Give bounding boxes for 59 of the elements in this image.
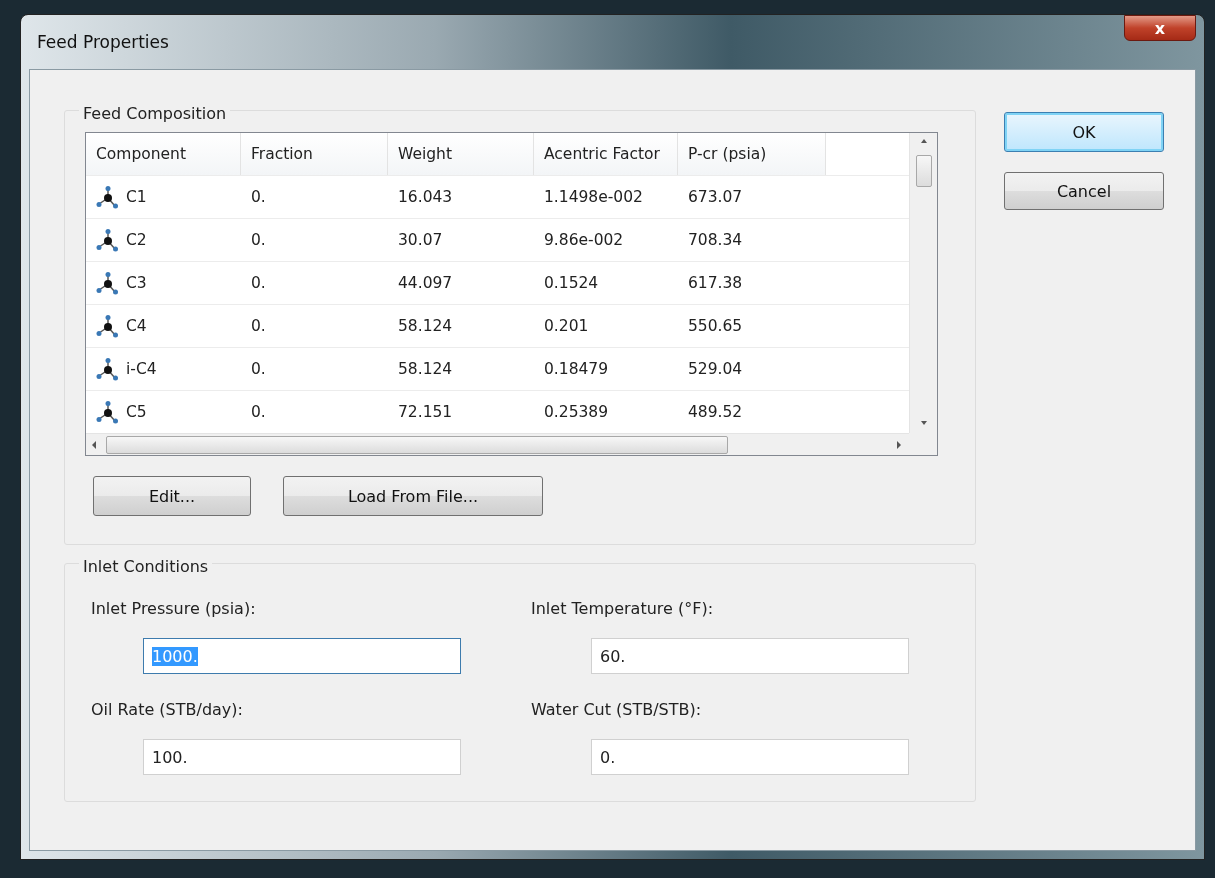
column-header[interactable]: Weight [388, 133, 534, 175]
input-field[interactable]: 100. [143, 739, 461, 775]
molecule-icon [96, 228, 120, 252]
table-cell-text: 44.097 [397, 273, 454, 294]
table-cell-text: 529.04 [687, 359, 744, 380]
table-cell-text: 0.1524 [543, 273, 600, 294]
molecule-icon [96, 400, 120, 424]
molecule-icon [96, 357, 120, 381]
field-label: Oil Rate (STB/day): [91, 700, 244, 719]
molecule-icon [96, 271, 120, 295]
table-cell-text: 0. [250, 359, 267, 380]
table-cell-text: 550.65 [687, 316, 744, 337]
table-cell-text: 0. [250, 402, 267, 423]
column-header[interactable]: Component [86, 133, 241, 175]
table-cell-text: 0. [250, 187, 267, 208]
column-header[interactable]: P-cr (psia) [678, 133, 826, 175]
field-label: Inlet Pressure (psia): [91, 599, 257, 618]
load-file-button[interactable]: Load From File... [283, 476, 543, 516]
cancel-button[interactable]: Cancel [1004, 172, 1164, 210]
window-title: Feed Properties [36, 32, 169, 52]
table-cell: i-C4 [126, 360, 157, 378]
column-header[interactable]: Acentric Factor [534, 133, 678, 175]
input-field[interactable]: 60. [591, 638, 909, 674]
table-cell: C5 [126, 403, 147, 421]
table-cell: C4 [126, 317, 147, 335]
column-header[interactable]: Fraction [241, 133, 388, 175]
table-cell-text: 1.1498e-002 [543, 187, 644, 208]
table-cell-text: 673.07 [687, 187, 744, 208]
table-cell-text: 0.25389 [543, 402, 610, 423]
table-cell-text: 30.07 [397, 230, 444, 251]
molecule-icon [96, 185, 120, 209]
table-cell-text: 0. [250, 316, 267, 337]
field-label: Inlet Temperature (°F): [531, 599, 715, 618]
table-cell-text: 489.52 [687, 402, 744, 423]
table-cell-text: 16.043 [397, 187, 454, 208]
field-label: Water Cut (STB/STB): [531, 700, 703, 719]
table-cell-text: 9.86e-002 [543, 230, 625, 251]
scroll-thumb[interactable] [106, 435, 728, 454]
horizontal-scrollbar[interactable] [86, 433, 909, 455]
group-title: Feed Composition [79, 104, 231, 123]
input-field[interactable]: 0. [591, 739, 909, 775]
table-cell-text: 58.124 [397, 316, 454, 337]
table-cell-text: 708.34 [687, 230, 744, 251]
table-cell: C2 [126, 231, 147, 249]
table-cell-text: 617.38 [687, 273, 744, 294]
table-cell-text: 0. [250, 273, 267, 294]
vertical-scrollbar[interactable] [909, 133, 937, 433]
table-cell-text: 72.151 [397, 402, 454, 423]
close-button[interactable]: x [1124, 15, 1196, 41]
molecule-icon [96, 314, 120, 338]
scroll-thumb[interactable] [915, 155, 932, 187]
ok-button[interactable]: OK [1004, 112, 1164, 152]
table-cell: C1 [126, 188, 147, 206]
table-cell-text: 0.18479 [543, 359, 610, 380]
table-cell: C3 [126, 274, 147, 292]
table-cell-text: 0. [250, 230, 267, 251]
edit-button[interactable]: Edit... [93, 476, 251, 516]
table-cell-text: 0.201 [543, 316, 590, 337]
table-cell-text: 58.124 [397, 359, 454, 380]
